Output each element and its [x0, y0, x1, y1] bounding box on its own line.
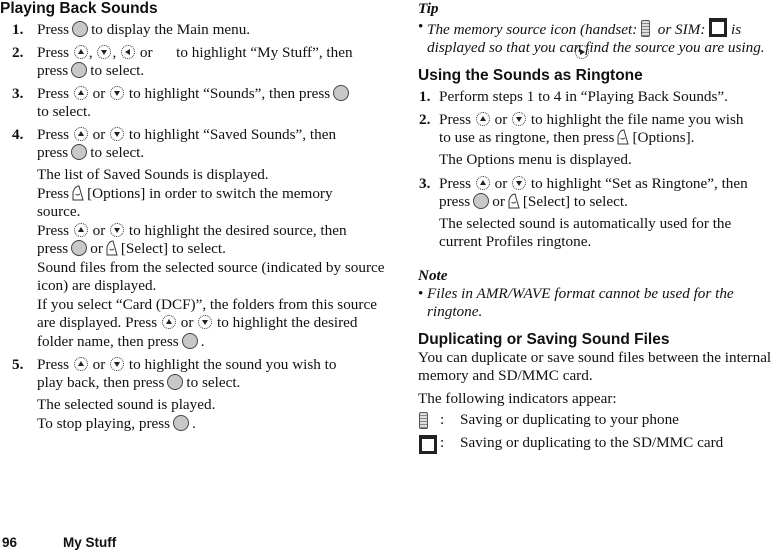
nav-up-icon	[475, 112, 490, 126]
center-key-icon	[167, 374, 184, 390]
right-column: Tip • The memory source icon (handset: o…	[418, 0, 777, 454]
nav-down-icon	[110, 222, 125, 237]
section-heading-duplicating: Duplicating or Saving Sound Files	[418, 330, 670, 348]
handset-icon	[419, 411, 428, 429]
nav-up-icon	[475, 175, 490, 190]
nav-up-icon	[73, 357, 88, 371]
step-5-details: The selected sound is played. To stop pl…	[37, 396, 216, 432]
soft-key-icon	[105, 240, 119, 256]
nav-down-icon	[97, 45, 112, 59]
tip-heading: Tip	[418, 0, 439, 17]
center-key-icon	[173, 414, 190, 431]
note-heading: Note	[418, 266, 448, 284]
sd-card-icon	[419, 434, 437, 454]
ringtone-step-3-detail: The selected sound is automatically used…	[439, 214, 732, 251]
nav-down-icon	[110, 127, 125, 141]
nav-up-icon	[73, 222, 88, 237]
nav-up-icon	[162, 315, 176, 329]
step-5: 5. Press or to highlight the sound you w…	[0, 356, 390, 433]
nav-up-icon	[73, 86, 88, 100]
center-key-icon	[333, 85, 350, 101]
section-name: My Stuff	[63, 535, 117, 550]
section-heading-ringtone: Using the Sounds as Ringtone	[418, 67, 643, 84]
nav-down-icon	[198, 315, 213, 329]
nav-up-icon	[73, 127, 88, 141]
step-4-details: The list of Saved Sounds is displayed. P…	[37, 166, 385, 350]
step-2: 2. Press , , or to highlight “My Stuff”,…	[0, 44, 590, 80]
handset-icon	[641, 20, 651, 37]
indicator-phone: : Saving or duplicating to your phone	[418, 411, 777, 429]
nav-left-icon	[121, 45, 136, 59]
sim-icon	[709, 18, 728, 37]
page-footer: 96 My Stuff	[2, 534, 116, 552]
nav-up-icon	[73, 45, 88, 59]
soft-key-icon	[616, 129, 630, 145]
center-key-icon	[473, 192, 490, 209]
indicators-intro: The following indicators appear:	[418, 389, 617, 407]
nav-down-icon	[512, 112, 527, 126]
center-key-icon	[181, 332, 198, 349]
soft-key-icon	[71, 185, 85, 201]
duplicating-intro: You can duplicate or save sound files be…	[418, 348, 772, 384]
center-key-icon	[71, 144, 88, 160]
ringtone-step-1: 1. Perform steps 1 to 4 in “Playing Back…	[419, 88, 728, 105]
nav-down-icon	[512, 175, 527, 190]
ringtone-step-3: 3. Press or to highlight “Set as Rington…	[418, 175, 777, 252]
indicator-sd-card: : Saving or duplicating to the SD/MMC ca…	[418, 434, 777, 454]
ringtone-step-2-detail: The Options menu is displayed.	[439, 151, 632, 168]
step-4: 4. Press or to highlight “Saved Sounds”,…	[0, 126, 390, 351]
center-key-icon	[71, 62, 88, 78]
section-heading-playing-back: Playing Back Sounds	[0, 0, 158, 17]
nav-down-icon	[110, 86, 125, 100]
ringtone-step-2: 2. Press or to highlight the file name y…	[418, 111, 777, 170]
note-text: • Files in AMR/WAVE format cannot be used…	[418, 284, 734, 320]
center-key-icon	[71, 240, 88, 256]
center-key-icon	[72, 21, 89, 37]
step-3: 3. Press or to highlight “Sounds”, then …	[0, 85, 390, 121]
soft-key-icon	[507, 193, 521, 209]
left-column: Playing Back Sounds 1. Press to display t…	[0, 0, 590, 433]
tip-text: • The memory source icon (handset: or SI…	[418, 18, 765, 56]
page-number: 96	[2, 535, 18, 550]
nav-down-icon	[110, 357, 125, 371]
step-1: 1. Press to display the Main menu.	[12, 21, 251, 38]
